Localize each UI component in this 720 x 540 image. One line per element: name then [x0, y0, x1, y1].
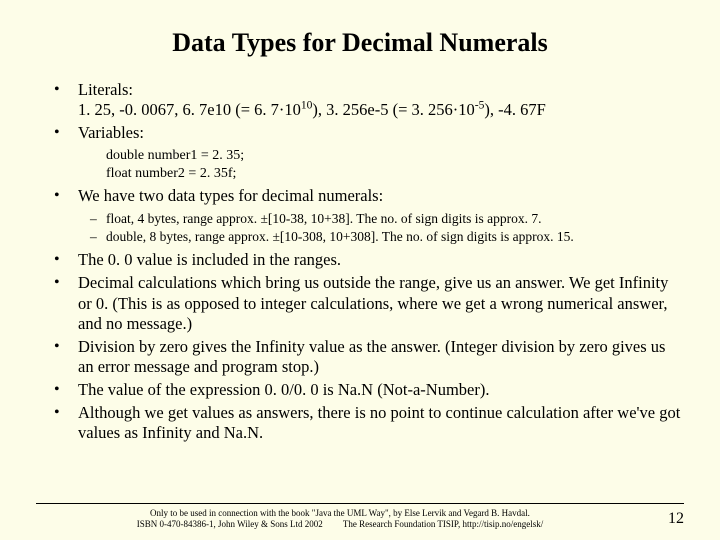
code-line: double number1 = 2. 35; [106, 147, 684, 165]
page-number: 12 [644, 508, 684, 528]
footer: Only to be used in connection with the b… [0, 503, 720, 530]
text: ), 3. 256e-5 (= 3. 256·10 [312, 100, 474, 119]
footer-text: Only to be used in connection with the b… [36, 508, 644, 530]
bullet-literals: Literals: 1. 25, -0. 0067, 6. 7e10 (= 6.… [54, 80, 684, 120]
text: The value of the expression 0. 0/0. 0 is… [78, 380, 489, 399]
text: double, 8 bytes, range approx. ±[10-308,… [106, 229, 574, 244]
text: Literals: [78, 80, 133, 99]
bullet-outside-range: Decimal calculations which bring us outs… [54, 273, 684, 333]
superscript: 10 [301, 100, 313, 112]
sub-item-double: double, 8 bytes, range approx. ±[10-308,… [90, 229, 684, 246]
divider [36, 503, 684, 504]
text: We have two data types for decimal numer… [78, 186, 383, 205]
bullet-no-point: Although we get values as answers, there… [54, 403, 684, 443]
bullet-nan: The value of the expression 0. 0/0. 0 is… [54, 380, 684, 400]
footer-line2: ISBN 0-470-84386-1, John Wiley & Sons Lt… [137, 519, 323, 529]
sub-list: float, 4 bytes, range approx. ±[10-38, 1… [90, 211, 684, 247]
superscript: -5 [475, 100, 485, 112]
code-line: float number2 = 2. 35f; [106, 165, 684, 183]
text: Division by zero gives the Infinity valu… [78, 337, 665, 376]
bullet-div-zero: Division by zero gives the Infinity valu… [54, 337, 684, 377]
code-block: double number1 = 2. 35; float number2 = … [106, 147, 684, 182]
bullet-list: Literals: 1. 25, -0. 0067, 6. 7e10 (= 6.… [36, 80, 684, 443]
text: Decimal calculations which bring us outs… [78, 273, 668, 332]
text: 1. 25, -0. 0067, 6. 7e10 (= 6. 7·10 [78, 100, 301, 119]
bullet-variables: Variables: double number1 = 2. 35; float… [54, 123, 684, 182]
page-title: Data Types for Decimal Numerals [36, 28, 684, 58]
text: float, 4 bytes, range approx. ±[10-38, 1… [106, 211, 541, 226]
footer-line3: The Research Foundation TISIP, http://ti… [343, 519, 543, 529]
footer-line1: Only to be used in connection with the b… [150, 508, 530, 518]
text: Although we get values as answers, there… [78, 403, 680, 442]
footer-row: Only to be used in connection with the b… [36, 508, 684, 530]
bullet-two-types: We have two data types for decimal numer… [54, 186, 684, 246]
sub-item-float: float, 4 bytes, range approx. ±[10-38, 1… [90, 211, 684, 228]
bullet-zero-included: The 0. 0 value is included in the ranges… [54, 250, 684, 270]
text: ), -4. 67F [484, 100, 545, 119]
slide: Data Types for Decimal Numerals Literals… [0, 0, 720, 540]
text: Variables: [78, 123, 144, 142]
text: The 0. 0 value is included in the ranges… [78, 250, 341, 269]
